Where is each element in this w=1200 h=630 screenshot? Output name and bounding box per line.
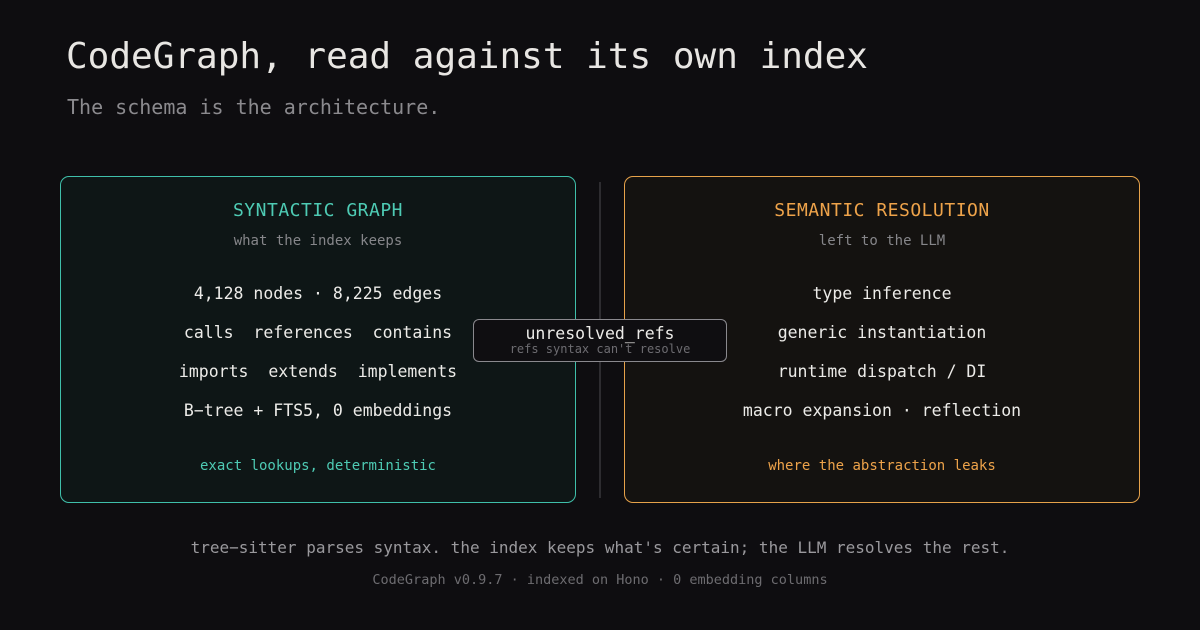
list-item: imports extends implements [178, 362, 458, 381]
semantic-resolution-subtitle: left to the LLM [818, 233, 946, 249]
list-item: B−tree + FTS5, 0 embeddings [183, 401, 453, 420]
page-subtitle: The schema is the architecture. [67, 95, 441, 119]
bridge-sublabel: refs syntax can't resolve [509, 342, 691, 356]
list-item: macro expansion · reflection [742, 401, 1022, 420]
syntactic-graph-title: SYNTACTIC GRAPH [232, 200, 404, 221]
list-item: 4,128 nodes · 8,225 edges [193, 284, 443, 303]
semantic-resolution-title: SEMANTIC RESOLUTION [774, 200, 990, 221]
semantic-resolution-footer: where the abstraction leaks [768, 458, 996, 474]
credit-line: CodeGraph v0.9.7 · indexed on Hono · 0 e… [372, 572, 828, 588]
syntactic-graph-footer: exact lookups, deterministic [199, 458, 436, 474]
page-title: CodeGraph, read against its own index [66, 36, 868, 77]
syntactic-graph-subtitle: what the index keeps [233, 233, 403, 249]
list-item: type inference [812, 284, 952, 303]
tagline: tree−sitter parses syntax. the index kee… [190, 538, 1010, 557]
list-item: runtime dispatch / DI [777, 362, 987, 381]
unresolved-refs-bridge: unresolved_refs refs syntax can't resolv… [473, 319, 727, 362]
